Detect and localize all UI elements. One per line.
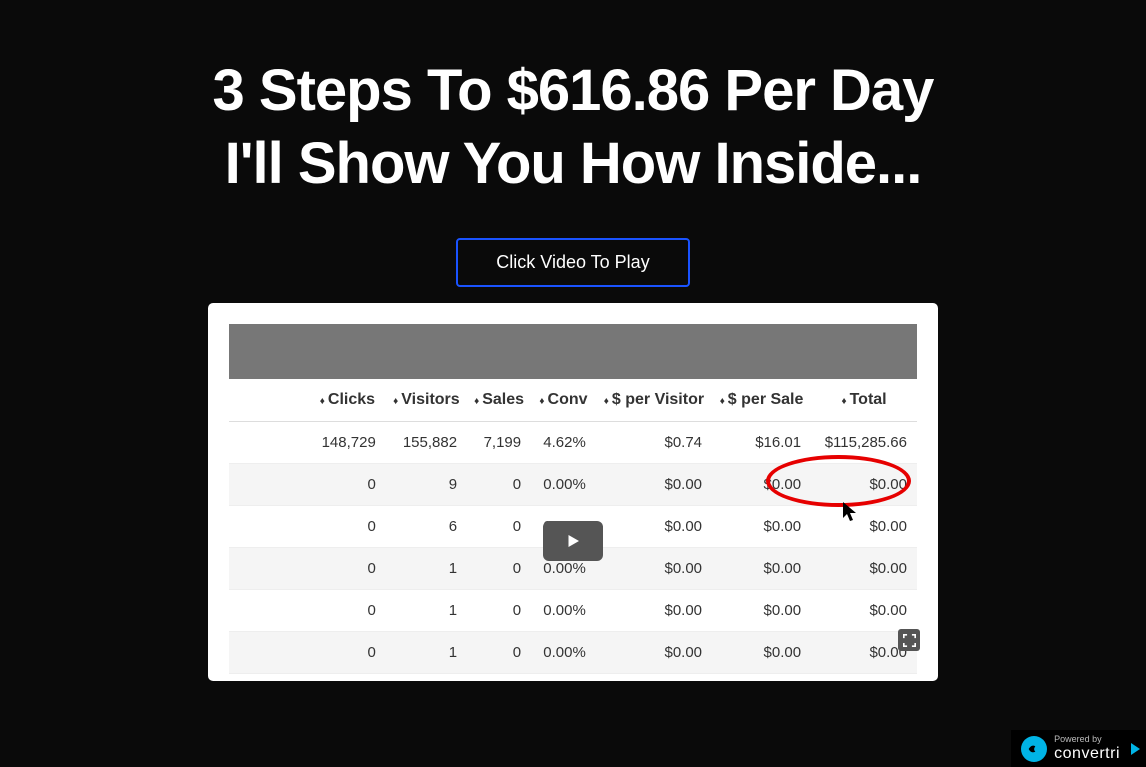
cell: 0 bbox=[467, 590, 531, 632]
cell: $0.00 bbox=[811, 590, 917, 632]
cell: 0 bbox=[467, 506, 531, 548]
sort-icon: ♦ bbox=[474, 396, 479, 407]
cell: $0.00 bbox=[712, 506, 811, 548]
col-total: Total bbox=[850, 391, 887, 408]
play-icon bbox=[564, 532, 582, 550]
table-header-row: ♦Clicks ♦Visitors ♦Sales ♦Conv ♦$ per Vi… bbox=[229, 379, 917, 422]
sort-icon: ♦ bbox=[539, 396, 544, 407]
cell: 0.00% bbox=[531, 464, 596, 506]
sort-icon: ♦ bbox=[393, 396, 398, 407]
cell: $0.00 bbox=[712, 548, 811, 590]
cell: $0.00 bbox=[712, 632, 811, 674]
fullscreen-button[interactable] bbox=[898, 629, 920, 651]
cell: 0.00% bbox=[531, 590, 596, 632]
cell: 0.00% bbox=[531, 632, 596, 674]
badge-text: Powered by convertri bbox=[1054, 735, 1120, 762]
cell: 7,199 bbox=[467, 422, 531, 464]
cell: 1 bbox=[386, 590, 467, 632]
cell: 4.62% bbox=[531, 422, 596, 464]
col-clicks: Clicks bbox=[328, 391, 375, 408]
table-row: 0 1 0 0.00% $0.00 $0.00 $0.00 bbox=[229, 590, 917, 632]
col-per-visitor: $ per Visitor bbox=[612, 391, 704, 408]
click-video-button[interactable]: Click Video To Play bbox=[456, 238, 689, 287]
powered-by-badge[interactable]: Powered by convertri bbox=[1011, 730, 1146, 767]
cell: 0 bbox=[309, 506, 386, 548]
video-container[interactable]: ♦Clicks ♦Visitors ♦Sales ♦Conv ♦$ per Vi… bbox=[208, 303, 938, 681]
cell: 0 bbox=[309, 590, 386, 632]
cell: $0.00 bbox=[712, 590, 811, 632]
headline-line2: I'll Show You How Inside... bbox=[225, 131, 922, 196]
sort-icon: ♦ bbox=[320, 396, 325, 407]
col-sales: Sales bbox=[482, 391, 524, 408]
cell: $16.01 bbox=[712, 422, 811, 464]
cell: 0 bbox=[309, 548, 386, 590]
col-per-sale: $ per Sale bbox=[728, 391, 804, 408]
cell: $0.00 bbox=[596, 590, 712, 632]
cell: 0 bbox=[309, 632, 386, 674]
cell: 0 bbox=[309, 464, 386, 506]
headline-line1: 3 Steps To $616.86 Per Day bbox=[213, 58, 934, 123]
badge-play-icon bbox=[1131, 743, 1140, 755]
cell: 155,882 bbox=[386, 422, 467, 464]
cell: 148,729 bbox=[309, 422, 386, 464]
cell: 0 bbox=[467, 548, 531, 590]
page-headline: 3 Steps To $616.86 Per Day I'll Show You… bbox=[213, 55, 934, 200]
cell: $0.00 bbox=[596, 548, 712, 590]
cell: $0.74 bbox=[596, 422, 712, 464]
powered-by-label: Powered by bbox=[1054, 735, 1120, 744]
cell: 1 bbox=[386, 548, 467, 590]
convertri-logo-icon bbox=[1021, 736, 1047, 762]
cell: 0 bbox=[467, 464, 531, 506]
cell: $0.00 bbox=[811, 548, 917, 590]
brand-name: convertri bbox=[1054, 746, 1120, 762]
cell: 1 bbox=[386, 632, 467, 674]
table-row: 0 9 0 0.00% $0.00 $0.00 $0.00 bbox=[229, 464, 917, 506]
cell: 6 bbox=[386, 506, 467, 548]
col-conv: Conv bbox=[548, 391, 588, 408]
play-button[interactable] bbox=[543, 521, 603, 561]
sort-icon: ♦ bbox=[604, 396, 609, 407]
fullscreen-icon bbox=[903, 634, 916, 647]
cell: $0.00 bbox=[596, 464, 712, 506]
cell: $0.00 bbox=[811, 464, 917, 506]
sort-icon: ♦ bbox=[720, 396, 725, 407]
table-row: 148,729 155,882 7,199 4.62% $0.74 $16.01… bbox=[229, 422, 917, 464]
col-visitors: Visitors bbox=[401, 391, 459, 408]
cell: $0.00 bbox=[596, 506, 712, 548]
cell: 0 bbox=[467, 632, 531, 674]
cell: $115,285.66 bbox=[811, 422, 917, 464]
cell: $0.00 bbox=[712, 464, 811, 506]
table-row: 0 1 0 0.00% $0.00 $0.00 $0.00 bbox=[229, 632, 917, 674]
table-header-band bbox=[229, 324, 917, 379]
cell: 9 bbox=[386, 464, 467, 506]
cell: $0.00 bbox=[811, 506, 917, 548]
sort-icon: ♦ bbox=[841, 396, 846, 407]
cell: $0.00 bbox=[596, 632, 712, 674]
